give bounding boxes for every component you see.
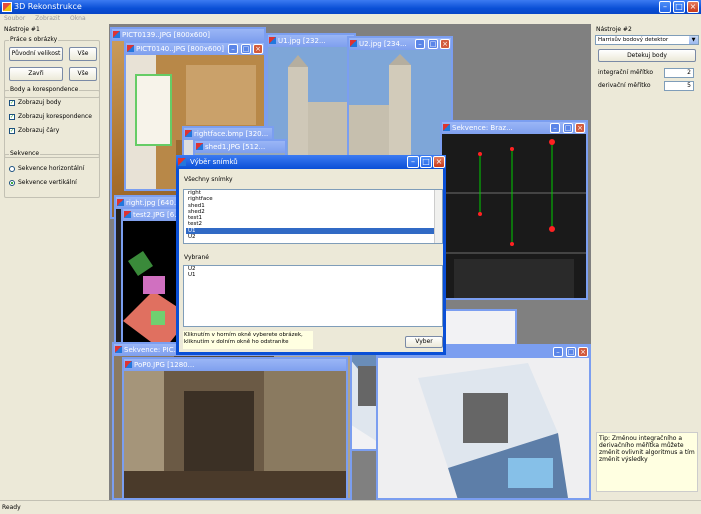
horizontal-radio[interactable]: Sekvence horizontální bbox=[9, 165, 84, 173]
window-title: U1.jpg [232... bbox=[268, 35, 354, 47]
sequence-group-label: Sekvence bbox=[9, 150, 41, 157]
window-minimize-button[interactable]: – bbox=[228, 44, 238, 54]
window-box-photo-2[interactable]: – □ × bbox=[376, 344, 591, 500]
show-corr-label: Zobrazuj korespondence bbox=[18, 113, 92, 120]
dialog-title: Výběr snímků bbox=[190, 158, 238, 166]
detector-value: Harrisův bodový detektor bbox=[598, 37, 669, 43]
list-scrollbar[interactable] bbox=[434, 190, 442, 243]
close-image-button[interactable]: Zavři bbox=[9, 67, 63, 81]
status-text: Ready bbox=[2, 504, 21, 511]
left-panel-title: Nástroje #1 bbox=[4, 26, 40, 33]
dialog-titlebar: Výběr snímků – □ × bbox=[176, 155, 446, 169]
show-lines-checkbox[interactable]: ✓ Zobrazuj čáry bbox=[9, 127, 59, 135]
horizontal-label: Sekvence horizontální bbox=[18, 165, 85, 172]
vertical-radio[interactable]: Sekvence vertikální bbox=[9, 179, 77, 187]
dialog-close-button[interactable]: × bbox=[433, 156, 445, 168]
window-pop0[interactable]: PoP0.JPG [1280... bbox=[122, 357, 348, 500]
maximize-button[interactable]: □ bbox=[673, 1, 685, 13]
der-scale-input[interactable]: 5 bbox=[664, 81, 694, 91]
int-scale-label: integrační měřítko bbox=[598, 69, 654, 76]
dialog-icon bbox=[178, 158, 186, 166]
points-group-label: Body a korespondence bbox=[9, 86, 80, 93]
chosen-images-label: Vybrané bbox=[184, 254, 209, 261]
photo-view bbox=[124, 371, 346, 498]
show-correspondences-checkbox[interactable]: ✓ Zobrazuj korespondence bbox=[9, 113, 92, 121]
window-maximize-button[interactable]: □ bbox=[241, 44, 251, 54]
image-selection-dialog: Výběr snímků – □ × Všechny snímky right r… bbox=[176, 155, 446, 355]
sequence-group: Sekvence Sekvence horizontální Sekvence … bbox=[4, 150, 100, 198]
window-title: shed1.JPG [512... bbox=[195, 141, 285, 153]
tip-box: Tip: Změnou integračního a derivačního m… bbox=[596, 432, 698, 492]
window-maximize-button[interactable]: □ bbox=[563, 123, 573, 133]
show-lines-label: Zobrazuj čáry bbox=[18, 127, 60, 134]
menu-windows[interactable]: Okna bbox=[70, 15, 86, 22]
close-all-button[interactable]: Vše bbox=[69, 67, 97, 81]
detect-points-button[interactable]: Detekuj body bbox=[598, 49, 696, 62]
correspondence-view bbox=[442, 134, 586, 298]
menu-file[interactable]: Soubor bbox=[4, 15, 25, 22]
sequence-view bbox=[442, 134, 586, 298]
original-size-button[interactable]: Původní velikost bbox=[9, 47, 63, 61]
dialog-maximize-button[interactable]: □ bbox=[420, 156, 432, 168]
window-close-button[interactable]: × bbox=[253, 44, 263, 54]
window-title: PoP0.JPG [1280... bbox=[124, 359, 346, 371]
left-tools-panel: Nástroje #1 Práce s obrázky Původní veli… bbox=[0, 24, 106, 500]
hall-photo bbox=[124, 371, 346, 498]
detector-select[interactable]: Harrisův bodový detektor ▼ bbox=[595, 35, 699, 45]
window-minimize-button[interactable]: – bbox=[553, 347, 563, 357]
all-images-label: Všechny snímky bbox=[184, 176, 233, 183]
all-size-button[interactable]: Vše bbox=[69, 47, 97, 61]
vertical-label: Sekvence vertikální bbox=[18, 179, 77, 186]
right-tools-panel: Nástroje #2 Harrisův bodový detektor ▼ D… bbox=[593, 24, 701, 500]
window-close-button[interactable]: × bbox=[440, 39, 450, 49]
box-photo bbox=[378, 358, 589, 498]
points-group: Body a korespondence ✓ Zobrazuj body ✓ Zob… bbox=[4, 86, 100, 158]
list-item[interactable]: U1 bbox=[186, 272, 442, 278]
minimize-button[interactable]: – bbox=[659, 1, 671, 13]
window-sequence-braz[interactable]: Sekvence: Braz... – □ × bbox=[440, 120, 588, 300]
app-icon bbox=[2, 2, 12, 12]
chevron-down-icon[interactable]: ▼ bbox=[689, 36, 698, 44]
window-maximize-button[interactable]: □ bbox=[428, 39, 438, 49]
window-maximize-button[interactable]: □ bbox=[566, 347, 576, 357]
window-title: PICT0139..JPG [800x600] bbox=[112, 29, 264, 41]
window-close-button[interactable]: × bbox=[578, 347, 588, 357]
dialog-hint: Kliknutím v horním okně vyberete obrázek… bbox=[183, 331, 313, 349]
close-button[interactable]: × bbox=[687, 1, 699, 13]
right-panel-title: Nástroje #2 bbox=[596, 26, 632, 33]
menu-view[interactable]: Zobrazit bbox=[35, 15, 60, 22]
der-scale-label: derivační měřítko bbox=[598, 82, 651, 89]
window-close-button[interactable]: × bbox=[575, 123, 585, 133]
app-title: 3D Rekonstrukce bbox=[14, 2, 82, 11]
window-minimize-button[interactable]: – bbox=[415, 39, 425, 49]
images-group-label: Práce s obrázky bbox=[9, 36, 59, 43]
chosen-images-list[interactable]: U2 U1 bbox=[183, 265, 443, 327]
dialog-minimize-button[interactable]: – bbox=[407, 156, 419, 168]
menu-bar: Soubor Zobrazit Okna bbox=[0, 14, 701, 24]
window-minimize-button[interactable]: – bbox=[550, 123, 560, 133]
all-images-list[interactable]: right rightface shed1 shed2 test1 test2 U1 U2 bbox=[183, 189, 443, 244]
hint-line-2: kliknutím v dolním okně ho odstraníte bbox=[184, 339, 289, 345]
show-points-label: Zobrazuj body bbox=[18, 99, 62, 106]
int-scale-input[interactable]: 2 bbox=[664, 68, 694, 78]
show-points-checkbox[interactable]: ✓ Zobrazuj body bbox=[9, 99, 61, 107]
hint-line-1: Kliknutím v horním okně vyberete obrázek… bbox=[184, 332, 303, 338]
list-item[interactable]: U2 bbox=[186, 234, 442, 240]
photo-view bbox=[378, 358, 589, 498]
select-button[interactable]: Vyber bbox=[405, 336, 443, 348]
app-titlebar: 3D Rekonstrukce – □ × bbox=[0, 0, 701, 14]
status-bar: Ready bbox=[0, 500, 701, 513]
